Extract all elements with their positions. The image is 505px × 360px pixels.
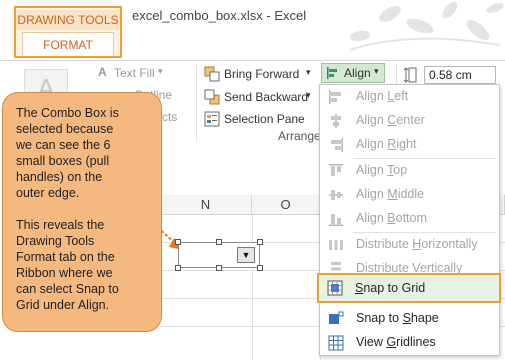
- menu-item-align-center[interactable]: Align Center: [320, 109, 499, 133]
- pull-handle[interactable]: [175, 265, 181, 271]
- grid-col-line: [252, 215, 253, 360]
- text-fill-icon: A: [98, 65, 107, 79]
- shape-height-input[interactable]: 0.58 cm: [424, 66, 496, 84]
- callout-paragraph-1: The Combo Box is selected because we can…: [16, 105, 156, 201]
- align-label: Align: [344, 66, 371, 80]
- callout-line: Format tab on the: [16, 250, 115, 264]
- send-backward-button[interactable]: Send Backward ▾: [204, 87, 314, 107]
- pull-handle[interactable]: [257, 239, 263, 245]
- chevron-down-icon: ▾: [306, 67, 311, 77]
- callout-line: small boxes (pull: [16, 154, 110, 168]
- text-fill-button[interactable]: A Text Fill ▾: [98, 65, 168, 83]
- chevron-down-icon: ▼: [241, 250, 251, 260]
- group-separator: [196, 65, 197, 141]
- callout-line: handles) on the: [16, 170, 103, 184]
- callout-line: outer edge.: [16, 186, 80, 200]
- drawing-tools-label: DRAWING TOOLS: [16, 10, 120, 30]
- selection-pane-label: Selection Pane: [224, 112, 305, 126]
- bring-forward-icon: [204, 66, 220, 82]
- chevron-down-icon: ▾: [158, 66, 163, 76]
- drawing-tools-context-group: DRAWING TOOLS FORMAT: [14, 6, 122, 58]
- snap-to-grid-icon: [327, 280, 343, 296]
- column-header-n[interactable]: N: [160, 195, 252, 215]
- callout-line: we can see the 6: [16, 138, 111, 152]
- menu-item-align-top[interactable]: Align Top: [320, 159, 499, 183]
- menu-item-distribute-horizontally[interactable]: Distribute Horizontally: [320, 233, 499, 257]
- menu-item-snap-to-shape[interactable]: Snap to Shape: [320, 307, 499, 331]
- pull-handle[interactable]: [216, 265, 222, 271]
- align-left-icon: [329, 90, 341, 104]
- align-middle-icon: [329, 190, 343, 200]
- callout-line: Drawing Tools: [16, 234, 95, 248]
- instruction-callout: The Combo Box is selected because we can…: [2, 92, 162, 332]
- selection-pane-button[interactable]: Selection Pane: [204, 109, 314, 129]
- callout-line: The Combo Box is: [16, 106, 119, 120]
- callout-line: Ribbon where we: [16, 266, 113, 280]
- distribute-horizontal-icon: [329, 240, 343, 250]
- callout-line: Grid under Align.: [16, 298, 110, 312]
- snap-to-shape-icon: [329, 311, 344, 324]
- bring-forward-button[interactable]: Bring Forward ▾: [204, 64, 314, 84]
- chevron-down-icon: ▾: [374, 66, 379, 76]
- align-dropdown-menu: Align Left Align Center Align Right Alig…: [319, 84, 500, 356]
- callout-line: can select Snap to: [16, 282, 119, 296]
- align-bottom-icon: [329, 214, 343, 226]
- pull-handle[interactable]: [257, 265, 263, 271]
- menu-item-align-bottom[interactable]: Align Bottom: [320, 207, 499, 231]
- bring-forward-label: Bring Forward: [224, 67, 300, 81]
- menu-item-align-middle[interactable]: Align Middle: [320, 183, 499, 207]
- text-effects-label: cts: [162, 110, 178, 124]
- text-effects-button[interactable]: cts: [160, 109, 180, 127]
- menu-item-snap-to-grid[interactable]: Snap to Grid: [317, 273, 501, 303]
- combo-box-dropdown-button[interactable]: ▼: [237, 247, 255, 263]
- tab-format[interactable]: FORMAT: [22, 32, 114, 56]
- menu-item-view-gridlines[interactable]: View Gridlines: [320, 331, 499, 355]
- callout-paragraph-2: This reveals the Drawing Tools Format ta…: [16, 217, 156, 313]
- align-button[interactable]: Align ▾: [321, 63, 385, 83]
- pull-handle[interactable]: [175, 239, 181, 245]
- send-backward-label: Send Backward: [224, 90, 309, 104]
- view-gridlines-icon: [328, 335, 344, 351]
- window-title: excel_combo_box.xlsx - Excel: [132, 8, 307, 23]
- title-bar: DRAWING TOOLS FORMAT excel_combo_box.xls…: [0, 0, 505, 60]
- shape-height-value: 0.58 cm: [429, 68, 472, 82]
- align-top-icon: [329, 164, 343, 176]
- shape-height-icon: [404, 67, 417, 83]
- pull-handle[interactable]: [216, 239, 222, 245]
- callout-line: This reveals the: [16, 218, 105, 232]
- column-header-o[interactable]: O: [252, 195, 320, 215]
- selection-pane-icon: [204, 111, 220, 127]
- align-icon: [327, 67, 337, 79]
- align-center-icon: [331, 114, 341, 128]
- send-backward-icon: [204, 89, 220, 105]
- align-right-icon: [331, 138, 343, 152]
- menu-item-align-right[interactable]: Align Right: [320, 133, 499, 157]
- leaf-decoration-icon: [349, 1, 504, 51]
- menu-item-align-left[interactable]: Align Left: [320, 85, 499, 109]
- callout-line: selected because: [16, 122, 114, 136]
- chevron-down-icon: ▾: [306, 90, 311, 100]
- text-fill-label: Text Fill: [114, 66, 155, 80]
- arrange-group-label: Arrange: [278, 129, 321, 143]
